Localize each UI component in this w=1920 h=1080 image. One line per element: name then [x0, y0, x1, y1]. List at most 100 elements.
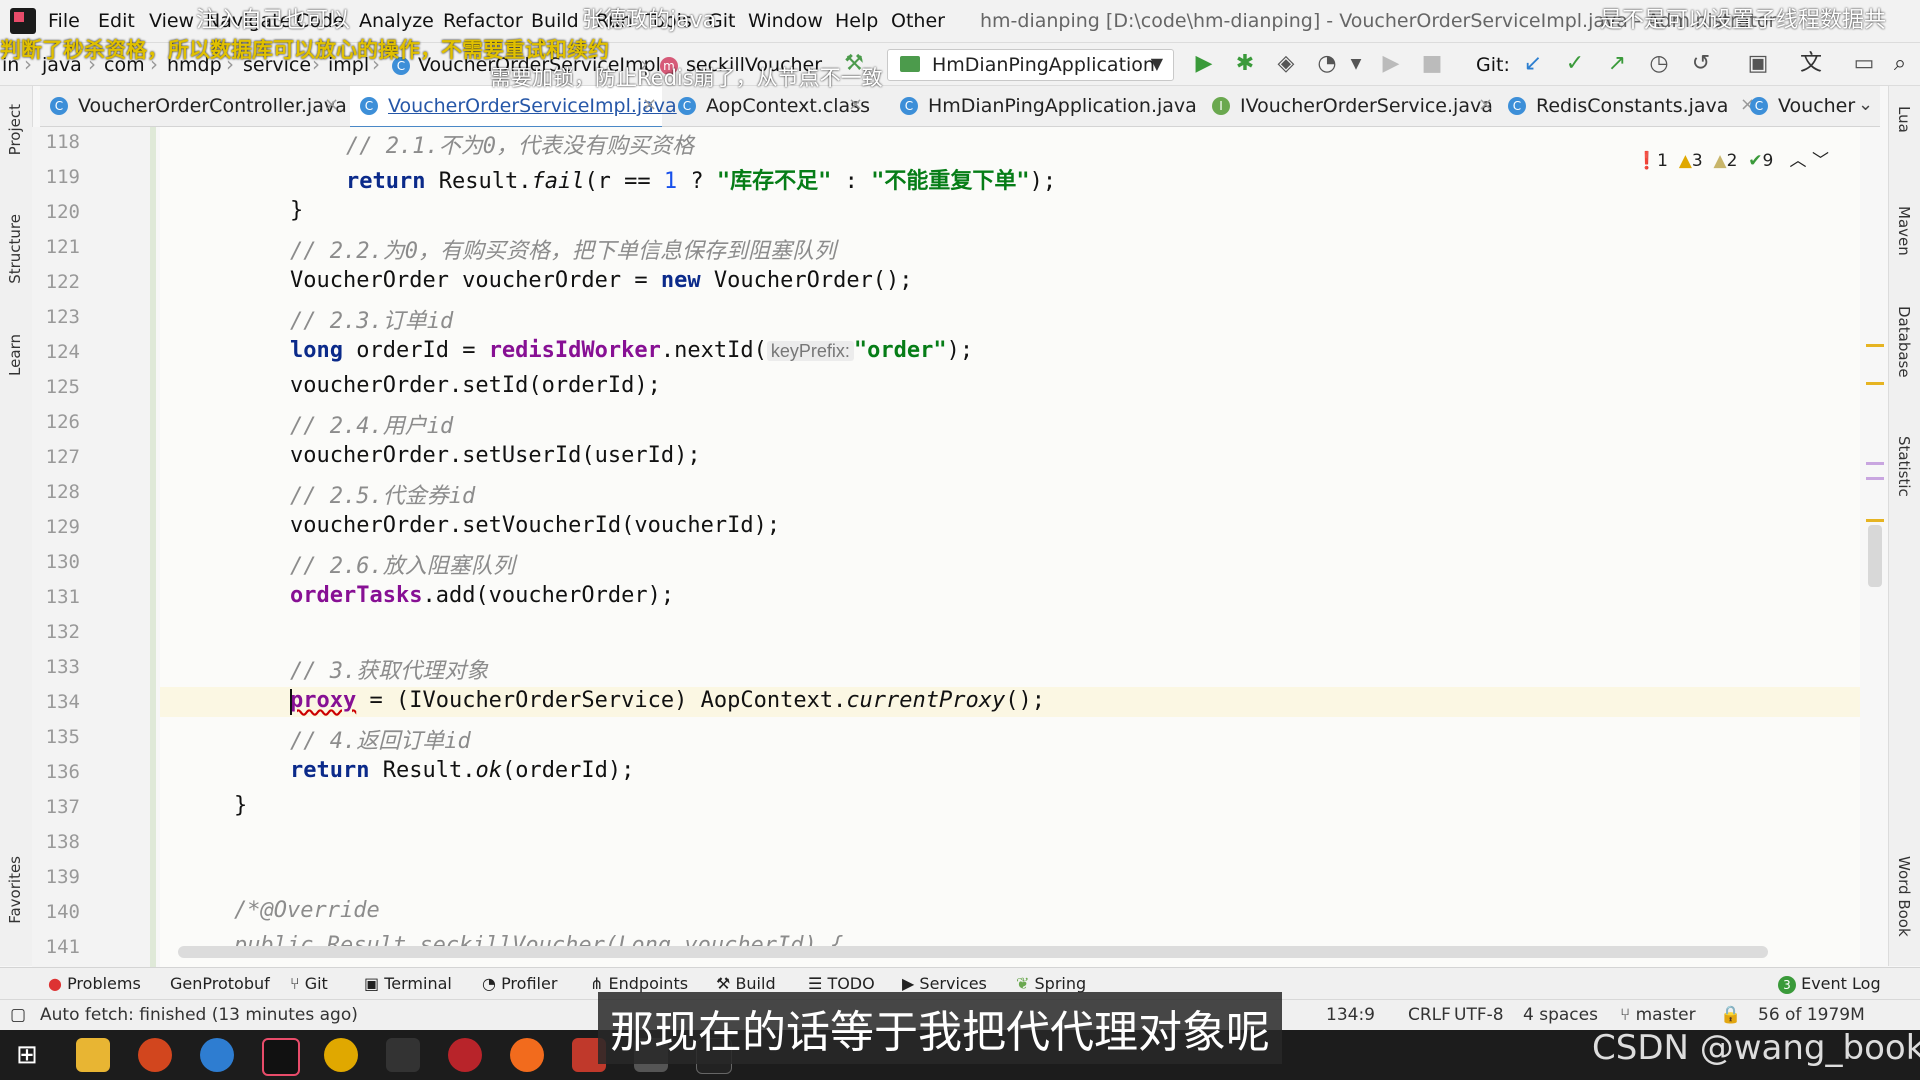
run-configuration-select[interactable]: HmDianPingApplication ▼	[887, 49, 1174, 81]
tool-maven[interactable]: Maven	[1895, 206, 1913, 256]
vertical-scroll-thumb[interactable]	[1868, 525, 1882, 587]
menu-analyze[interactable]: Analyze	[359, 10, 434, 32]
menu-view[interactable]: View	[149, 10, 194, 32]
tool-services[interactable]: ▶ Services	[902, 974, 987, 993]
profile-icon[interactable]: ◔	[1313, 52, 1341, 76]
windows-start-icon[interactable]: ⊞	[16, 1040, 38, 1070]
close-icon[interactable]: ×	[1478, 94, 1493, 115]
tool-learn[interactable]: Learn	[6, 334, 24, 376]
terminal-icon[interactable]	[386, 1038, 420, 1072]
warning-marker[interactable]	[1866, 382, 1884, 385]
line-number: 130	[45, 551, 80, 573]
stop-icon[interactable]: ■	[1418, 52, 1446, 76]
lock-icon[interactable]: 🔒	[1720, 1005, 1741, 1025]
menu-edit[interactable]: Edit	[98, 10, 135, 32]
tool-favorites[interactable]: Favorites	[6, 856, 24, 924]
warning-marker[interactable]	[1866, 344, 1884, 347]
tab-voucher-order-controller[interactable]: C VoucherOrderController.java ×	[40, 86, 347, 126]
danmaku-comment: 需要加锁，防止Redis崩了，从节点不一致	[490, 66, 883, 90]
close-icon[interactable]: ×	[848, 94, 863, 115]
tool-build[interactable]: ⚒ Build	[716, 974, 776, 993]
tool-genprotobuf[interactable]: GenProtobuf	[170, 974, 270, 993]
menu-help[interactable]: Help	[835, 10, 878, 32]
history-icon[interactable]: ◷	[1645, 52, 1673, 76]
tool-database[interactable]: Database	[1895, 306, 1913, 378]
tool-profiler[interactable]: ◔ Profiler	[482, 974, 557, 993]
postman-icon[interactable]	[510, 1038, 544, 1072]
git-branch-icon: ⑂	[290, 974, 300, 993]
class-icon: C	[678, 97, 696, 115]
file-explorer-icon[interactable]	[76, 1038, 110, 1072]
menu-file[interactable]: File	[48, 10, 80, 32]
tool-event-log[interactable]: 3 Event Log	[1778, 974, 1881, 994]
git-branch[interactable]: ⑂ master	[1620, 1005, 1696, 1025]
coverage-icon[interactable]: ◈	[1272, 52, 1300, 76]
powerpoint-icon[interactable]	[138, 1038, 172, 1072]
line-separator[interactable]: CRLF	[1408, 1005, 1451, 1025]
line-number: 140	[45, 901, 80, 923]
git-push-icon[interactable]: ↗	[1603, 52, 1631, 76]
error-stripe[interactable]	[1862, 127, 1886, 967]
chevron-up-icon[interactable]: ︿	[1790, 151, 1807, 171]
intellij-icon[interactable]	[262, 1038, 300, 1076]
marker[interactable]	[1866, 477, 1884, 480]
resume-icon[interactable]: ▶	[1377, 52, 1405, 76]
close-icon[interactable]: ×	[324, 94, 339, 115]
file-encoding[interactable]: UTF-8	[1454, 1005, 1504, 1025]
project-structure-icon[interactable]: ▣	[1744, 52, 1772, 76]
tool-lua[interactable]: Lua	[1895, 106, 1913, 133]
tool-structure[interactable]: Structure	[6, 214, 24, 284]
code-comment: // 4.返回订单id	[290, 729, 471, 754]
class-icon: C	[1508, 97, 1526, 115]
line-number: 127	[45, 446, 80, 468]
warning-count: 3	[1691, 151, 1703, 171]
indent-setting[interactable]: 4 spaces	[1523, 1005, 1598, 1025]
caret-position[interactable]: 134:9	[1326, 1005, 1375, 1025]
search-icon[interactable]: ⌕	[1886, 52, 1914, 76]
tool-word-book[interactable]: Word Book	[1895, 856, 1913, 937]
inspection-widget[interactable]: ❗1 ▲3 ▲2 ✔9 ︿ ﹀	[1636, 146, 1829, 171]
redis-icon[interactable]	[448, 1038, 482, 1072]
tab-aop-context[interactable]: C AopContext.class ×	[668, 86, 870, 126]
tab-voucher[interactable]: C Voucher ⌄	[1740, 86, 1880, 126]
tool-statistic[interactable]: Statistic	[1895, 436, 1913, 497]
code-comment: /*@Override	[234, 898, 380, 923]
line-number: 136	[45, 761, 80, 783]
chrome-icon[interactable]	[324, 1038, 358, 1072]
tool-terminal[interactable]: ▣ Terminal	[364, 974, 452, 993]
rollback-icon[interactable]: ↺	[1687, 52, 1715, 76]
run-icon[interactable]: ▶	[1190, 52, 1218, 76]
menu-build[interactable]: Build	[531, 10, 579, 32]
translate-icon[interactable]: 文	[1797, 52, 1825, 76]
marker[interactable]	[1866, 462, 1884, 465]
git-update-icon[interactable]: ↙	[1519, 52, 1547, 76]
window-layout-icon[interactable]: ▭	[1850, 52, 1878, 76]
close-icon[interactable]: ×	[642, 94, 657, 115]
chevron-down-icon[interactable]: ▼	[1342, 52, 1370, 76]
tab-voucher-order-service-impl[interactable]: C VoucherOrderServiceImpl.java ×	[350, 86, 677, 129]
menu-other[interactable]: Other	[891, 10, 945, 32]
chevron-down-icon[interactable]: ﹀	[1812, 151, 1829, 171]
services-icon: ▶	[902, 974, 915, 993]
toggle-tool-windows-icon[interactable]: ▢	[10, 1005, 26, 1025]
tab-hm-dianping-application[interactable]: C HmDianPingApplication.java ×	[890, 86, 1234, 126]
tool-project[interactable]: Project	[6, 104, 24, 155]
left-tool-strip: Project Structure Learn Favorites	[0, 86, 33, 966]
menu-window[interactable]: Window	[748, 10, 823, 32]
tool-todo[interactable]: ☰ TODO	[808, 974, 875, 993]
git-commit-icon[interactable]: ✓	[1561, 52, 1589, 76]
horizontal-scrollbar[interactable]	[178, 946, 1768, 958]
tool-spring[interactable]: ❦ Spring	[1016, 974, 1086, 993]
edge-icon[interactable]	[200, 1038, 234, 1072]
tool-endpoints[interactable]: ⋔ Endpoints	[590, 974, 688, 993]
tab-ivoucher-order-service[interactable]: I IVoucherOrderService.java ×	[1202, 86, 1498, 126]
debug-icon[interactable]: ✱	[1231, 52, 1259, 76]
tool-git[interactable]: ⑂ Git	[290, 974, 328, 993]
memory-indicator[interactable]: 56 of 1979M	[1758, 1005, 1865, 1025]
tab-redis-constants[interactable]: C RedisConstants.java ×	[1498, 86, 1760, 126]
tool-problems[interactable]: ● Problems	[48, 974, 141, 993]
warning-marker[interactable]	[1866, 519, 1884, 522]
chevron-down-icon[interactable]: ⌄	[1858, 94, 1873, 115]
error-icon: ●	[48, 974, 62, 993]
menu-refactor[interactable]: Refactor	[443, 10, 523, 32]
